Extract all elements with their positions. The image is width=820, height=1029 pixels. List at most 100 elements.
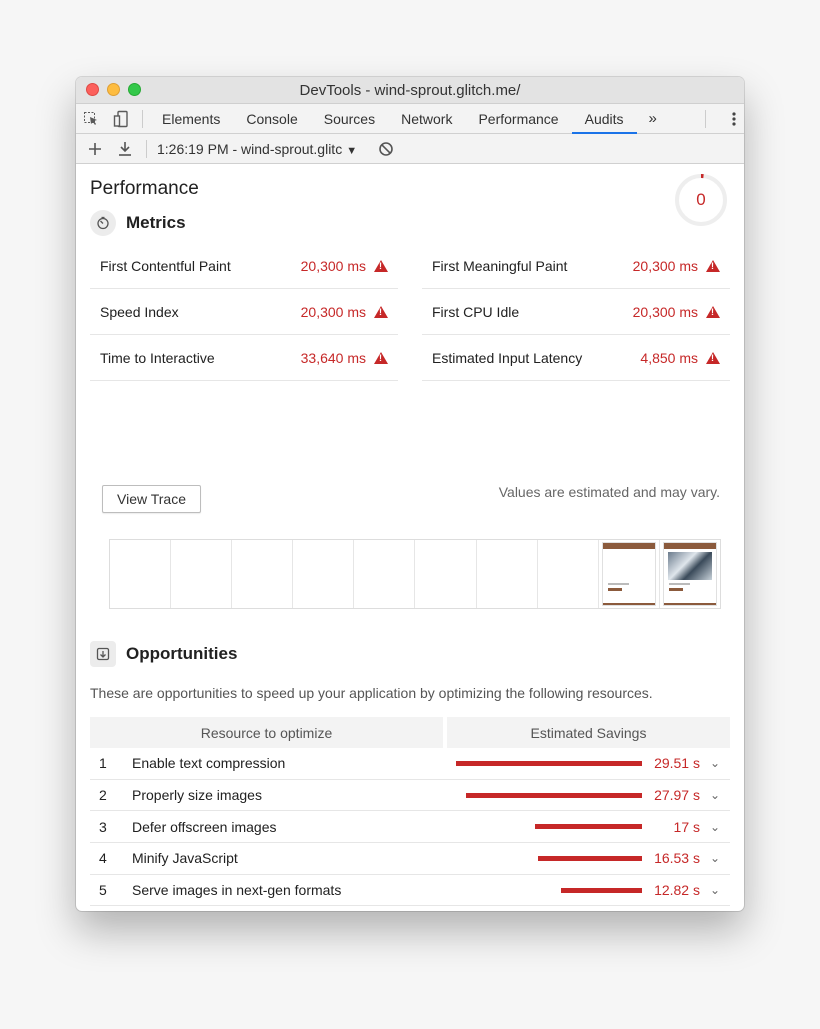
filmstrip-frame bbox=[232, 540, 294, 608]
chevron-down-icon[interactable]: ⌄ bbox=[700, 756, 730, 770]
tab-separator bbox=[142, 109, 143, 128]
savings-bar-track bbox=[432, 792, 642, 798]
metric-row: First CPU Idle 20,300 ms bbox=[422, 289, 730, 335]
opportunity-number: 3 bbox=[99, 818, 107, 835]
thumbnail-image bbox=[667, 552, 712, 580]
savings-value: 27.97 s bbox=[654, 787, 700, 804]
opportunity-rows: 1 Enable text compression 29.51 s ⌄ 2 Properl… bbox=[90, 748, 730, 911]
metric-value: 20,300 ms bbox=[632, 303, 698, 320]
metric-row: First Meaningful Paint 20,300 ms bbox=[422, 243, 730, 289]
opportunity-number: 4 bbox=[99, 850, 107, 867]
savings-value: 16.53 s bbox=[654, 850, 700, 867]
thumbnail-button bbox=[668, 588, 683, 591]
window-title: DevTools - wind-sprout.glitch.me/ bbox=[299, 81, 521, 99]
metric-name: First Meaningful Paint bbox=[432, 257, 568, 274]
opportunity-row[interactable]: 4 Minify JavaScript 16.53 s ⌄ bbox=[90, 843, 730, 875]
warning-icon bbox=[374, 351, 388, 364]
thumbnail-footer bbox=[602, 603, 655, 605]
download-report-icon[interactable] bbox=[110, 134, 140, 164]
opportunity-row[interactable]: 2 Properly size images 27.97 s ⌄ bbox=[90, 780, 730, 812]
savings-bar-track bbox=[432, 760, 642, 766]
savings-bar-track bbox=[432, 855, 642, 861]
device-toolbar-icon[interactable] bbox=[106, 104, 136, 134]
chevron-down-icon[interactable]: ⌄ bbox=[700, 883, 730, 897]
opportunity-row[interactable]: 6Eliminate render-blocking resources10.4… bbox=[90, 906, 730, 911]
inspect-element-icon[interactable] bbox=[76, 104, 106, 134]
tab-sources[interactable]: Sources bbox=[311, 104, 388, 134]
estimate-note: Values are estimated and may vary. bbox=[498, 484, 720, 500]
thumbnail-text bbox=[668, 583, 690, 585]
opportunity-number: 1 bbox=[99, 755, 107, 772]
opportunity-number: 5 bbox=[99, 882, 107, 899]
more-tabs-button[interactable]: » bbox=[639, 110, 667, 127]
metrics-heading: Metrics bbox=[90, 210, 186, 236]
metric-row: First Contentful Paint 20,300 ms bbox=[90, 243, 398, 289]
thumbnail-button bbox=[607, 588, 622, 591]
savings-bar bbox=[466, 792, 642, 798]
chevron-down-icon[interactable]: ⌄ bbox=[700, 851, 730, 865]
metric-name: Time to Interactive bbox=[100, 349, 215, 366]
warning-icon bbox=[374, 305, 388, 318]
kebab-menu-icon[interactable] bbox=[732, 104, 736, 134]
filmstrip-frame bbox=[598, 540, 660, 608]
opportunity-name: Defer offscreen images bbox=[132, 818, 277, 835]
filmstrip-frame bbox=[171, 540, 233, 608]
filmstrip-frame bbox=[659, 540, 720, 608]
thumbnail-blank bbox=[607, 552, 651, 580]
report-selector[interactable]: 1:26:19 PM - wind-sprout.glitc ▼ bbox=[157, 141, 357, 157]
category-title: Performance bbox=[90, 178, 199, 199]
metric-row: Speed Index 20,300 ms bbox=[90, 289, 398, 335]
warning-icon bbox=[374, 259, 388, 272]
new-audit-icon[interactable] bbox=[80, 134, 110, 164]
metrics-title: Metrics bbox=[126, 213, 186, 232]
metric-value: 33,640 ms bbox=[300, 349, 366, 366]
opportunity-row[interactable]: 1 Enable text compression 29.51 s ⌄ bbox=[90, 748, 730, 780]
opportunity-name: Enable text compression bbox=[132, 755, 286, 772]
chevron-down-icon[interactable]: ⌄ bbox=[700, 788, 730, 802]
opportunity-name: Properly size images bbox=[132, 787, 262, 804]
tab-console[interactable]: Console bbox=[233, 104, 310, 134]
filmstrip-frame bbox=[293, 540, 355, 608]
metric-row: Time to Interactive 33,640 ms bbox=[90, 335, 398, 381]
chevron-down-icon[interactable]: ⌄ bbox=[700, 820, 730, 834]
warning-icon bbox=[706, 259, 720, 272]
savings-bar bbox=[561, 887, 642, 893]
filmstrip bbox=[109, 539, 721, 609]
opportunity-name: Minify JavaScript bbox=[132, 850, 238, 867]
minimize-window-button[interactable] bbox=[107, 83, 120, 96]
warning-icon bbox=[706, 305, 720, 318]
tab-elements[interactable]: Elements bbox=[149, 104, 233, 134]
tab-performance[interactable]: Performance bbox=[465, 104, 571, 134]
tab-audits[interactable]: Audits bbox=[571, 104, 637, 134]
zoom-window-button[interactable] bbox=[128, 83, 141, 96]
thumbnail-header bbox=[663, 543, 716, 549]
metric-value: 4,850 ms bbox=[640, 349, 698, 366]
savings-value: 12.82 s bbox=[654, 882, 700, 899]
close-window-button[interactable] bbox=[86, 83, 99, 96]
tab-network[interactable]: Network bbox=[388, 104, 465, 134]
opportunity-icon bbox=[90, 641, 116, 667]
savings-value: 17 s bbox=[673, 818, 700, 835]
column-header-savings: Estimated Savings bbox=[447, 717, 730, 748]
opportunities-title: Opportunities bbox=[126, 644, 238, 663]
audits-toolbar: 1:26:19 PM - wind-sprout.glitc ▼ bbox=[76, 134, 744, 164]
opportunity-row[interactable]: 3 Defer offscreen images 17 s ⌄ bbox=[90, 811, 730, 844]
opportunities-heading: Opportunities bbox=[90, 641, 237, 667]
metric-name: First Contentful Paint bbox=[100, 257, 231, 274]
column-header-resource: Resource to optimize bbox=[90, 717, 443, 748]
page-thumbnail bbox=[601, 542, 656, 606]
view-trace-button[interactable]: View Trace bbox=[102, 485, 201, 513]
clear-all-icon[interactable] bbox=[371, 134, 401, 164]
filmstrip-frame bbox=[110, 540, 172, 608]
caret-down-icon: ▼ bbox=[346, 144, 358, 157]
savings-bar bbox=[456, 760, 642, 766]
savings-bar-track bbox=[432, 887, 642, 893]
opportunity-row[interactable]: 5 Serve images in next-gen formats 12.82 s… bbox=[90, 875, 730, 907]
report-selector-label: 1:26:19 PM - wind-sprout.glitc bbox=[157, 140, 343, 157]
opportunities-table-header: Resource to optimize Estimated Savings bbox=[90, 717, 730, 748]
stopwatch-icon bbox=[90, 210, 116, 236]
filmstrip-frame bbox=[354, 540, 416, 608]
savings-bar bbox=[535, 824, 642, 830]
filmstrip-frame bbox=[537, 540, 599, 608]
tab-separator-right bbox=[705, 109, 706, 128]
